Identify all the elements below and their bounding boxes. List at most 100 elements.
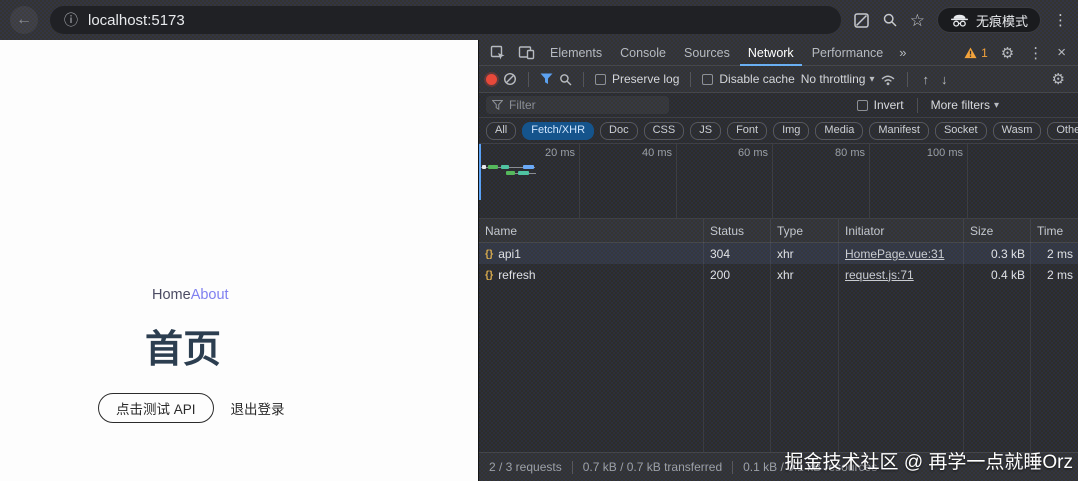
logout-button[interactable]: 退出登录 [223,392,293,424]
device-toolbar-icon[interactable] [513,45,540,60]
waterfall-bar [488,165,498,169]
network-conditions-icon[interactable] [880,73,896,86]
network-settings-icon[interactable]: ⚙ [1046,70,1071,88]
network-search-icon[interactable] [559,73,572,86]
timeline-tick: 40 ms [610,147,672,159]
throttling-dropdown[interactable]: No throttling ▾ [801,72,875,86]
request-status: 304 [704,247,771,261]
nav-link-about[interactable]: About [191,287,229,303]
filter-toggle-icon[interactable] [540,73,553,85]
col-status[interactable]: Status [704,224,771,238]
tab-sources[interactable]: Sources [676,40,738,66]
json-file-icon: {} [485,248,493,260]
clear-network-log-icon[interactable] [503,72,517,86]
devtools-tabbar: Elements Console Sources Network Perform… [479,40,1078,66]
devtools-settings-icon[interactable]: ⚙ [995,44,1020,62]
requests-summary: 2 / 3 requests [489,460,562,474]
chip-other[interactable]: Other [1047,122,1078,140]
more-filters-dropdown[interactable]: More filters ▾ [931,98,999,112]
address-bar[interactable]: ⓘ localhost:5173 [50,6,841,34]
share-icon[interactable] [853,12,870,29]
back-button[interactable]: ← [10,6,38,34]
chip-fetch-xhr[interactable]: Fetch/XHR [522,122,594,140]
initiator-link[interactable]: HomePage.vue:31 [845,247,944,261]
search-icon[interactable] [882,12,898,28]
request-name[interactable]: refresh [498,268,535,282]
inspect-element-icon[interactable] [485,45,511,61]
bookmark-star-icon[interactable]: ☆ [910,12,925,29]
record-network-log-icon[interactable] [486,74,497,85]
chip-font[interactable]: Font [727,122,767,140]
col-initiator[interactable]: Initiator [839,224,964,238]
table-header: Name Status Type Initiator Size Time [479,219,1078,243]
preserve-log-checkbox[interactable] [595,74,606,85]
waterfall-bar [501,165,509,169]
chip-manifest[interactable]: Manifest [869,122,929,140]
chip-js[interactable]: JS [690,122,721,140]
nav-link-home[interactable]: Home [152,287,191,303]
chip-css[interactable]: CSS [644,122,685,140]
waterfall-bar [523,165,534,169]
col-size[interactable]: Size [964,224,1031,238]
waterfall-bar [506,171,515,175]
browser-menu-icon[interactable]: ⋮ [1053,13,1068,28]
chip-img[interactable]: Img [773,122,809,140]
timeline-tick: 20 ms [513,147,575,159]
json-file-icon: {} [485,269,493,281]
more-tabs-icon[interactable]: » [893,45,912,60]
chip-media[interactable]: Media [815,122,863,140]
request-type: xhr [771,247,839,261]
browser-toolbar: ← ⓘ localhost:5173 ☆ 无痕模式 ⋮ [0,0,1078,40]
request-name[interactable]: api1 [498,247,521,261]
chip-wasm[interactable]: Wasm [993,122,1042,140]
tab-console[interactable]: Console [612,40,674,66]
warnings-indicator[interactable]: 1 [959,46,993,60]
table-row[interactable]: {} api1 304 xhr HomePage.vue:31 0.3 kB 2… [479,243,1078,264]
request-size: 0.4 kB [964,268,1031,282]
invert-checkbox[interactable] [857,100,868,111]
initiator-link[interactable]: request.js:71 [845,268,914,282]
export-har-icon[interactable]: ↓ [938,72,951,87]
chip-all[interactable]: All [486,122,516,140]
timeline-tick: 80 ms [803,147,865,159]
back-icon: ← [16,11,32,29]
request-type: xhr [771,268,839,282]
filter-placeholder: Filter [509,98,536,112]
filter-input[interactable]: Filter [486,96,669,114]
col-time[interactable]: Time [1031,224,1078,238]
disable-cache-toggle[interactable]: Disable cache [702,72,794,86]
page-actions: 点击测试 API 退出登录 [98,392,293,424]
invert-toggle[interactable]: Invert [857,98,904,112]
web-page: HomeAbout 首页 点击测试 API 退出登录 [0,40,478,481]
resource-type-filters: All Fetch/XHR Doc CSS JS Font Img Media … [479,118,1078,144]
tab-elements[interactable]: Elements [542,40,610,66]
chip-socket[interactable]: Socket [935,122,987,140]
test-api-button[interactable]: 点击测试 API [98,393,214,423]
preserve-log-toggle[interactable]: Preserve log [595,72,679,86]
overview-selection-handle[interactable] [479,144,481,200]
waterfall-bar [482,165,486,169]
network-overview[interactable]: 20 ms 40 ms 60 ms 80 ms 100 ms [479,144,1078,219]
disable-cache-checkbox[interactable] [702,74,713,85]
warning-icon [964,47,977,59]
devtools-close-icon[interactable]: × [1051,44,1072,61]
request-size: 0.3 kB [964,247,1031,261]
chip-doc[interactable]: Doc [600,122,638,140]
incognito-badge: 无痕模式 [937,7,1041,33]
site-info-icon[interactable]: ⓘ [64,13,78,27]
chevron-down-icon: ▾ [869,74,874,85]
import-har-icon[interactable]: ↑ [919,72,932,87]
timeline-tick: 60 ms [706,147,768,159]
col-name[interactable]: Name [479,224,704,238]
incognito-label: 无痕模式 [976,11,1028,30]
filter-row: Filter Invert More filters ▾ [479,93,1078,118]
request-time: 2 ms [1031,247,1078,261]
devtools-menu-icon[interactable]: ⋮ [1022,44,1049,62]
table-row[interactable]: {} refresh 200 xhr request.js:71 0.4 kB … [479,264,1078,285]
page-title: 首页 [145,318,221,373]
request-status: 200 [704,268,771,282]
tab-performance[interactable]: Performance [804,40,892,66]
request-time: 2 ms [1031,268,1078,282]
col-type[interactable]: Type [771,224,839,238]
tab-network[interactable]: Network [740,40,802,66]
